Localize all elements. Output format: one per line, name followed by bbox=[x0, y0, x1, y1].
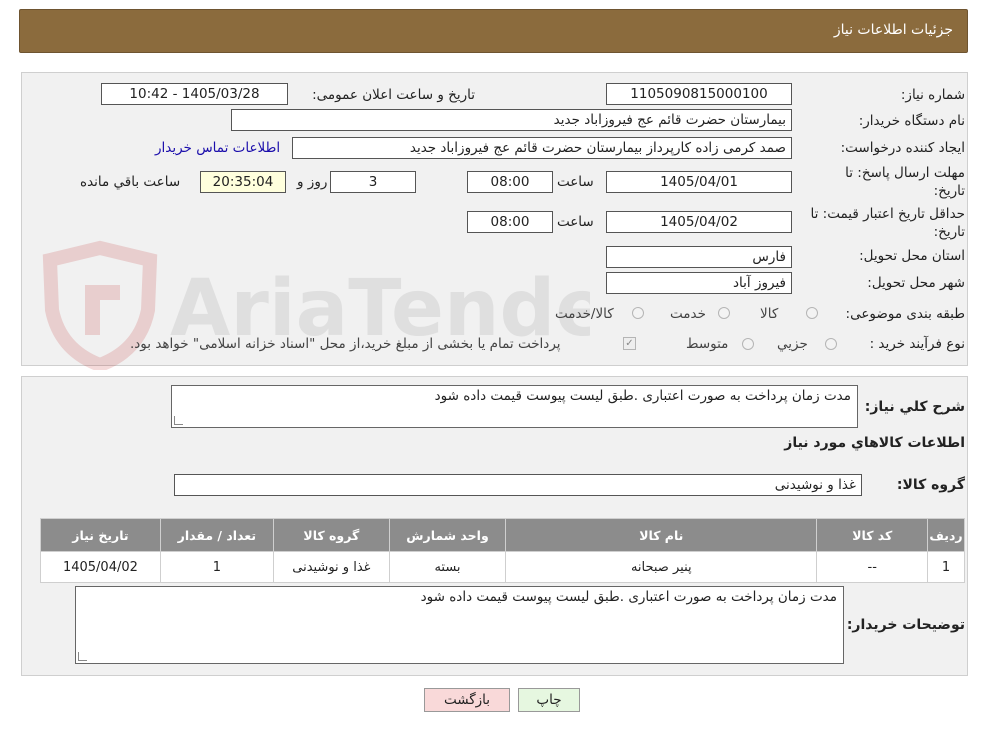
category-goods-service-radio[interactable] bbox=[632, 307, 644, 319]
announce-datetime-field: 1405/03/28 - 10:42 bbox=[101, 83, 288, 105]
need-number-field: 1105090815000100 bbox=[606, 83, 792, 105]
process-medium-radio[interactable] bbox=[742, 338, 754, 350]
summary-textarea[interactable]: مدت زمان پرداخت به صورت اعتباری .طبق لیس… bbox=[171, 385, 858, 428]
city-field: فیروز آباد bbox=[606, 272, 792, 294]
process-partial-radio[interactable] bbox=[825, 338, 837, 350]
reply-deadline-date: 1405/04/01 bbox=[606, 171, 792, 193]
price-validity-label: حداقل تاریخ اعتبار قیمت: تا bbox=[810, 206, 965, 222]
province-label: استان محل تحویل: bbox=[859, 248, 965, 264]
table-header-row: ردیف کد کالا نام کالا واحد شمارش گروه کا… bbox=[40, 518, 965, 552]
remaining-time-label: ساعت باقي مانده bbox=[80, 174, 181, 190]
buyer-org-label: نام دستگاه خریدار: bbox=[858, 113, 965, 129]
cell-item-group: غذا و نوشیدنی bbox=[272, 551, 390, 583]
days-label: روز و bbox=[297, 174, 328, 190]
price-validity-time: 08:00 bbox=[467, 211, 553, 233]
col-quantity: تعداد / مقدار bbox=[159, 518, 274, 552]
remaining-time-field: 20:35:04 bbox=[200, 171, 286, 193]
reply-time-label: ساعت bbox=[557, 174, 594, 190]
requester-field: صمد کرمی زاده کارپرداز بیمارستان حضرت قا… bbox=[292, 137, 792, 159]
col-unit: واحد شمارش bbox=[388, 518, 507, 552]
price-validity-date: 1405/04/02 bbox=[606, 211, 792, 233]
announce-datetime-label: تاریخ و ساعت اعلان عمومی: bbox=[312, 87, 475, 103]
buyer-contact-link[interactable]: اطلاعات تماس خریدار bbox=[155, 140, 280, 156]
remaining-days-field: 3 bbox=[330, 171, 416, 193]
requester-label: ایجاد کننده درخواست: bbox=[840, 140, 965, 156]
col-item-code: کد کالا bbox=[816, 518, 929, 552]
cell-item-code: -- bbox=[816, 551, 929, 583]
province-field: فارس bbox=[606, 246, 792, 268]
reply-deadline-time: 08:00 bbox=[467, 171, 553, 193]
need-number-label: شماره نیاز: bbox=[900, 87, 965, 103]
treasury-payment-checkbox[interactable]: ✓ bbox=[623, 337, 636, 350]
goods-group-label: گروه کالا: bbox=[896, 477, 965, 493]
process-medium-label: متوسط bbox=[686, 336, 729, 352]
buyer-notes-textarea[interactable]: مدت زمان پرداخت به صورت اعتباری .طبق لیس… bbox=[75, 586, 844, 664]
col-item-name: نام کالا bbox=[505, 518, 818, 552]
page-title: جزئیات اطلاعات نیاز bbox=[833, 22, 953, 38]
price-time-label: ساعت bbox=[557, 214, 594, 230]
buyer-notes-label: توضیحات خریدار: bbox=[846, 617, 965, 633]
col-row-number: ردیف bbox=[927, 518, 965, 552]
goods-section-title: اطلاعات کالاهاي مورد نياز bbox=[784, 435, 965, 451]
goods-table: ردیف کد کالا نام کالا واحد شمارش گروه کا… bbox=[40, 518, 965, 583]
cell-row-number: 1 bbox=[927, 551, 965, 583]
back-button[interactable]: بازگشت bbox=[424, 688, 510, 712]
category-service-label: خدمت bbox=[670, 306, 706, 322]
process-type-label: نوع فرآیند خرید : bbox=[869, 336, 965, 352]
category-label: طبقه بندی موضوعی: bbox=[845, 306, 965, 322]
buyer-org-field: بیمارستان حضرت قائم عج فیروزاباد جدید bbox=[231, 109, 792, 131]
resize-grip-icon[interactable] bbox=[78, 652, 87, 661]
col-need-date: تاریخ نیاز bbox=[40, 518, 161, 552]
table-row: 1 -- پنیر صبحانه بسته غذا و نوشیدنی 1 14… bbox=[40, 551, 965, 583]
cell-unit: بسته bbox=[388, 551, 507, 583]
resize-grip-icon[interactable] bbox=[174, 416, 183, 425]
cell-need-date: 1405/04/02 bbox=[40, 551, 161, 583]
category-goods-radio[interactable] bbox=[806, 307, 818, 319]
city-label: شهر محل تحویل: bbox=[867, 275, 965, 291]
reply-deadline-label-line2: تاریخ: bbox=[933, 183, 965, 199]
print-button[interactable]: چاپ bbox=[518, 688, 580, 712]
price-validity-label-line2: تاریخ: bbox=[933, 224, 965, 240]
category-service-radio[interactable] bbox=[718, 307, 730, 319]
process-partial-label: جزیي bbox=[777, 336, 808, 352]
category-goods-service-label: کالا/خدمت bbox=[555, 306, 614, 322]
page-header: جزئیات اطلاعات نیاز bbox=[19, 9, 968, 53]
goods-group-field: غذا و نوشیدنی bbox=[174, 474, 862, 496]
summary-label: شرح کلي نياز: bbox=[864, 399, 965, 415]
treasury-payment-note: پرداخت تمام یا بخشی از مبلغ خرید،از محل … bbox=[130, 336, 561, 352]
summary-text: مدت زمان پرداخت به صورت اعتباری .طبق لیس… bbox=[434, 388, 851, 404]
buyer-notes-text: مدت زمان پرداخت به صورت اعتباری .طبق لیس… bbox=[420, 589, 837, 605]
col-item-group: گروه کالا bbox=[272, 518, 390, 552]
reply-deadline-label: مهلت ارسال پاسخ: تا bbox=[845, 165, 965, 181]
cell-quantity: 1 bbox=[159, 551, 274, 583]
cell-item-name: پنیر صبحانه bbox=[505, 551, 818, 583]
category-goods-label: کالا bbox=[760, 306, 779, 322]
